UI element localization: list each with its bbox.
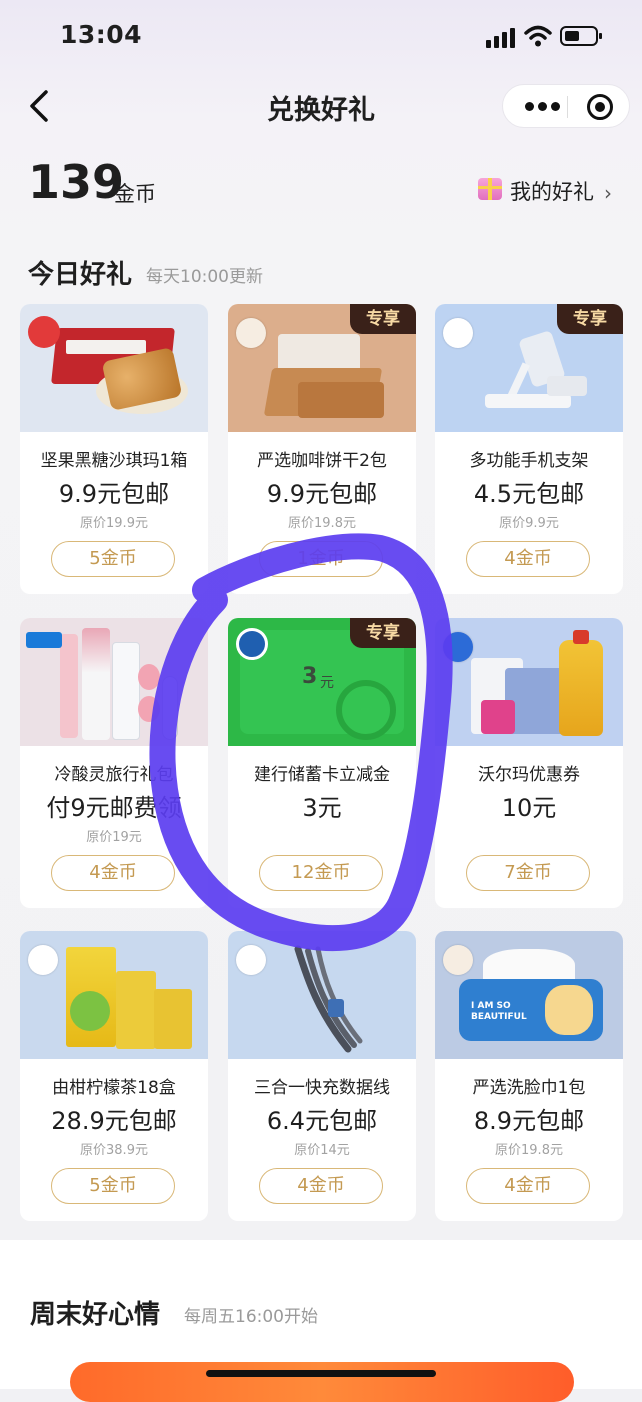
gift-card-lemon-tea[interactable]: 由柑柠檬茶18盒 28.9元包邮 原价38.9元 5金币 <box>20 931 208 1221</box>
item-original-price: 原价19.9元 <box>80 516 148 531</box>
item-price: 28.9元包邮 <box>51 1107 177 1135</box>
more-dots-icon[interactable] <box>525 102 561 112</box>
item-name: 沃尔玛优惠券 <box>478 765 580 785</box>
item-original-price: 原价38.9元 <box>80 1143 148 1158</box>
item-name: 多功能手机支架 <box>469 451 589 471</box>
exclusive-badge: 专享 <box>350 618 416 648</box>
redeem-button[interactable]: 12金币 <box>259 855 383 891</box>
product-image-lemon-tea <box>20 931 208 1059</box>
product-image-snack <box>20 304 208 432</box>
status-time: 13:04 <box>60 20 143 49</box>
cellular-signal-icon <box>486 28 520 48</box>
coin-balance: 139 <box>28 155 125 209</box>
gift-card-walmart[interactable]: 沃尔玛优惠券 10元 7金币 <box>435 618 623 908</box>
item-price: 8.9元包邮 <box>473 1107 585 1135</box>
weekend-section-subtitle: 每周五16:00开始 <box>184 1307 318 1327</box>
gift-box-icon[interactable] <box>478 178 502 200</box>
brand-logo-icon <box>28 945 58 975</box>
item-name: 建行储蓄卡立减金 <box>254 765 390 785</box>
today-section-title: 今日好礼 <box>28 260 133 290</box>
item-original-price: 原价19.8元 <box>495 1143 563 1158</box>
gift-card-toothpaste[interactable]: 冷酸灵旅行礼包 付9元邮费领 原价19元 4金币 <box>20 618 208 908</box>
redeem-button[interactable]: 4金币 <box>466 541 590 577</box>
brand-logo-icon <box>443 945 473 975</box>
exclusive-badge: 专享 <box>557 304 623 334</box>
brand-logo-icon <box>443 318 473 348</box>
item-original-price: 原价14元 <box>294 1143 350 1158</box>
redeem-button[interactable]: 1金币 <box>259 541 383 577</box>
product-image-toothpaste <box>20 618 208 746</box>
item-name: 严选洗脸巾1包 <box>472 1078 586 1098</box>
item-original-price: 原价9.9元 <box>499 516 559 531</box>
item-price: 6.4元包邮 <box>266 1107 378 1135</box>
weekend-section-title: 周末好心情 <box>30 1300 161 1330</box>
status-bar: 13:04 <box>0 0 642 70</box>
brand-logo-icon <box>236 318 266 348</box>
miniprogram-capsule <box>502 84 630 128</box>
brand-logo-icon <box>236 945 266 975</box>
redeem-button[interactable]: 7金币 <box>466 855 590 891</box>
redeem-button[interactable]: 5金币 <box>51 1168 175 1204</box>
gift-card-snack[interactable]: 坚果黑糖沙琪玛1箱 9.9元包邮 原价19.9元 5金币 <box>20 304 208 594</box>
bank-logo-icon <box>236 628 268 660</box>
gift-card-bank-coupon[interactable]: 3 元 专享 建行储蓄卡立减金 3元 12金币 <box>228 618 416 908</box>
brand-logo-icon <box>443 632 473 662</box>
wifi-icon <box>524 25 552 47</box>
redeem-button[interactable]: 4金币 <box>259 1168 383 1204</box>
chevron-right-icon[interactable]: › <box>604 181 612 205</box>
product-image-walmart <box>435 618 623 746</box>
item-name: 三合一快充数据线 <box>254 1078 390 1098</box>
item-price: 9.9元包邮 <box>58 480 170 508</box>
product-image-face-towel: I AM SO BEAUTIFUL <box>435 931 623 1059</box>
card-amount: 3 <box>302 664 318 689</box>
coin-unit: 金币 <box>114 182 156 206</box>
item-name: 由柑柠檬茶18盒 <box>52 1078 176 1098</box>
gift-card-usb-cable[interactable]: 三合一快充数据线 6.4元包邮 原价14元 4金币 <box>228 931 416 1221</box>
gift-card-face-towel[interactable]: I AM SO BEAUTIFUL 严选洗脸巾1包 8.9元包邮 原价19.8元… <box>435 931 623 1221</box>
weekend-banner[interactable] <box>70 1362 574 1402</box>
item-name: 冷酸灵旅行礼包 <box>54 765 174 785</box>
gift-card-biscuit[interactable]: 专享 严选咖啡饼干2包 9.9元包邮 原价19.8元 1金币 <box>228 304 416 594</box>
brand-logo-icon <box>26 632 62 648</box>
item-price: 4.5元包邮 <box>473 480 585 508</box>
today-section-subtitle: 每天10:00更新 <box>146 267 263 287</box>
pack-label: I AM SO BEAUTIFUL <box>471 1001 527 1022</box>
item-name: 坚果黑糖沙琪玛1箱 <box>40 451 188 471</box>
product-image-usb-cable <box>228 931 416 1059</box>
gift-card-phone-stand[interactable]: 专享 多功能手机支架 4.5元包邮 原价9.9元 4金币 <box>435 304 623 594</box>
item-price: 3元 <box>302 794 342 822</box>
close-miniprogram-icon[interactable] <box>587 94 613 120</box>
item-original-price: 原价19元 <box>86 830 142 845</box>
item-name: 严选咖啡饼干2包 <box>257 451 387 471</box>
redeem-button[interactable]: 5金币 <box>51 541 175 577</box>
capsule-divider <box>567 96 568 118</box>
item-price: 10元 <box>501 794 557 822</box>
item-price: 9.9元包邮 <box>266 480 378 508</box>
redeem-button[interactable]: 4金币 <box>466 1168 590 1204</box>
redeem-button[interactable]: 4金币 <box>51 855 175 891</box>
item-original-price: 原价19.8元 <box>288 516 356 531</box>
home-indicator <box>206 1370 436 1377</box>
battery-icon <box>560 26 602 46</box>
item-price: 付9元邮费领 <box>46 794 182 822</box>
card-unit: 元 <box>320 675 334 691</box>
exclusive-badge: 专享 <box>350 304 416 334</box>
brand-logo-icon <box>28 316 60 348</box>
my-gifts-link[interactable]: 我的好礼 <box>510 176 594 206</box>
